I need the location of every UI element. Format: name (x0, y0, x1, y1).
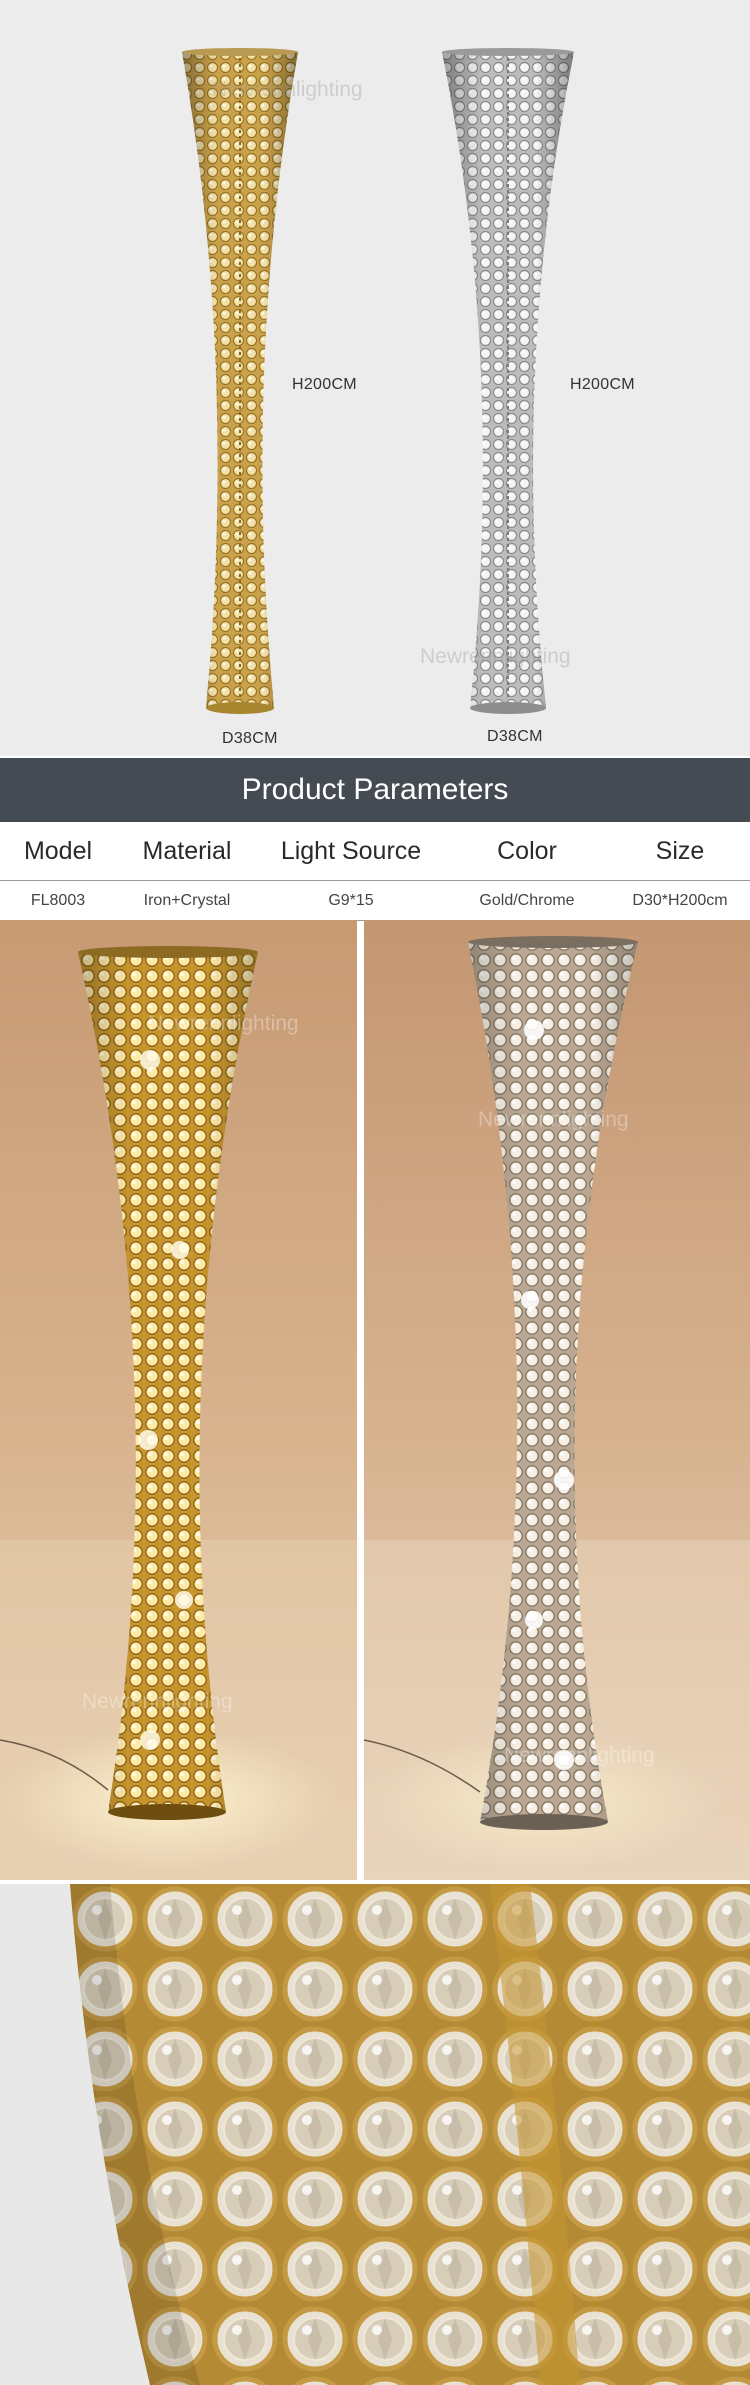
table-header-row: Model Material Light Source Color Size (0, 822, 750, 881)
value-size: D30*H200cm (632, 892, 728, 909)
chrome-lamp-image (442, 48, 574, 714)
gold-lamp-lit-photo: Newrennlighting Newrennlighting (0, 920, 357, 1880)
crystal-closeup-photo (0, 1884, 750, 2385)
gold-lamp-image (182, 48, 298, 714)
dimension-photo: H200CM H200CM D38CM D38CM Newrennlightin… (0, 0, 750, 756)
diameter-label-gold: D38CM (222, 730, 278, 747)
watermark: Newrennlighting (504, 1744, 655, 1767)
parameters-table: Model Material Light Source Color Size F… (0, 822, 750, 921)
watermark: Newrennlighting (148, 1012, 299, 1035)
header-model: Model (23, 837, 93, 865)
parameters-banner: Product Parameters (0, 758, 750, 822)
header-color: Color (497, 837, 557, 865)
value-material: Iron+Crystal (143, 892, 231, 909)
chrome-lamp-lit-photo: Newrennlighting Newrennlighting (364, 920, 750, 1880)
watermark: Newrennlighting (420, 645, 571, 668)
header-material: Material (142, 837, 232, 865)
header-light-source: Light Source (280, 837, 422, 865)
height-label-chrome: H200CM (570, 376, 635, 393)
value-light-source: G9*15 (328, 892, 374, 909)
watermark: Newrennlighting (212, 78, 363, 101)
height-label-gold: H200CM (292, 376, 357, 393)
watermark: Newrennlighting (478, 1108, 629, 1131)
value-model: FL8003 (30, 892, 86, 909)
table-row: FL8003 Iron+Crystal G9*15 Gold/Chrome D3… (0, 881, 750, 921)
watermark: Newrennlighting (82, 1690, 233, 1713)
diameter-label-chrome: D38CM (487, 728, 543, 745)
header-size: Size (655, 837, 705, 865)
value-color: Gold/Chrome (479, 892, 575, 909)
